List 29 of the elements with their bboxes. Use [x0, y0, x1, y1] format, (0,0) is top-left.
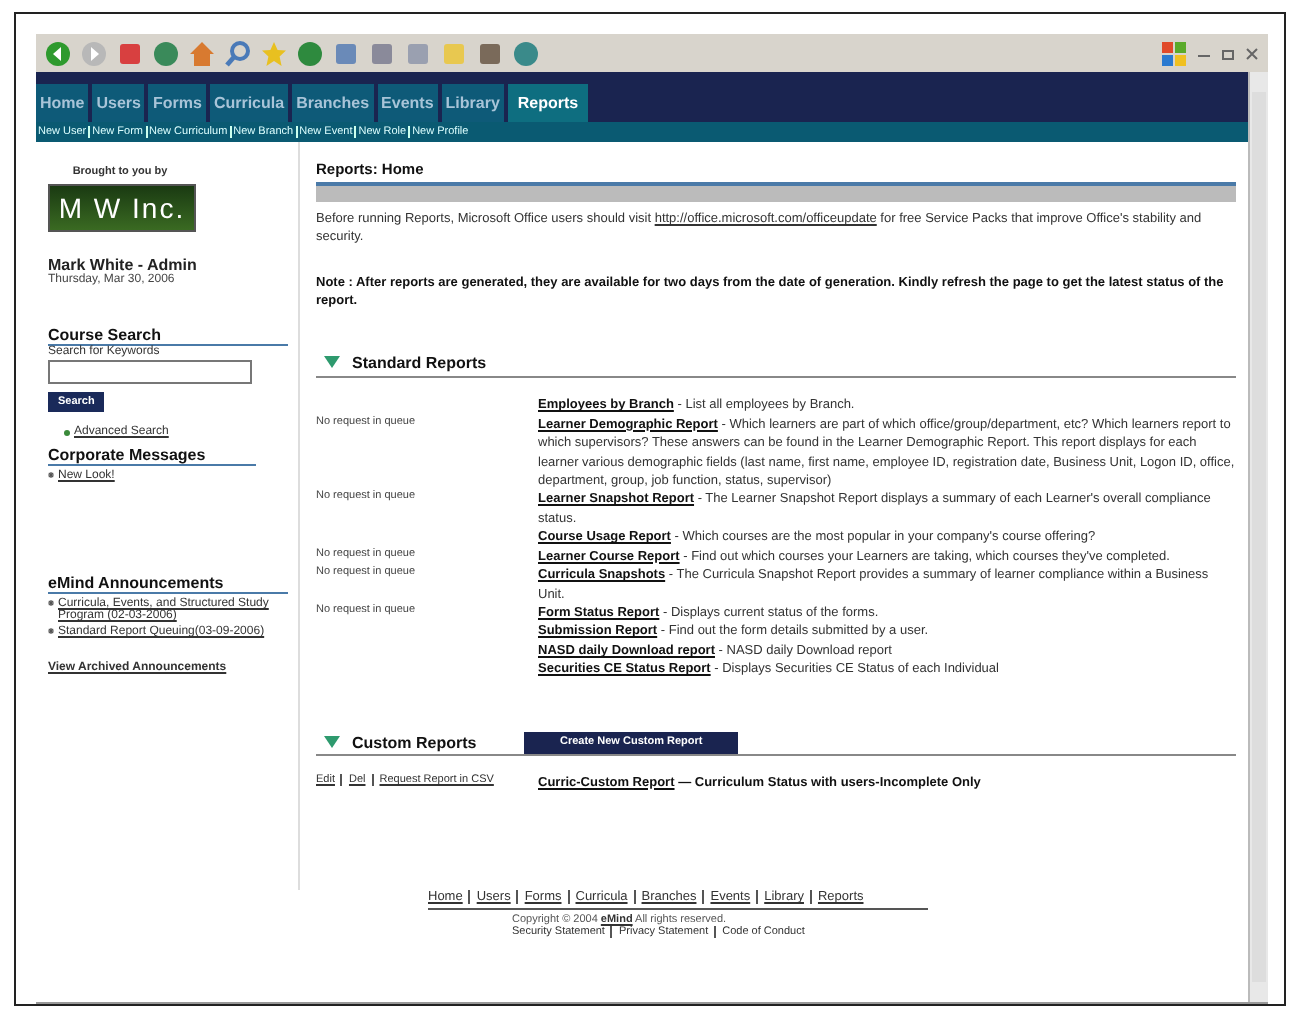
- windows-flag-icon: [1160, 39, 1188, 67]
- section-heading: eMind Announcements: [48, 574, 288, 594]
- nav-tab[interactable]: Forms: [148, 84, 206, 122]
- restore-icon[interactable]: [1220, 45, 1236, 61]
- nav-tab[interactable]: Events: [377, 84, 438, 122]
- nav-tab[interactable]: Library: [441, 84, 504, 122]
- user-name: Mark White - Admin: [48, 256, 199, 274]
- close-icon[interactable]: [1244, 45, 1260, 61]
- house-icon[interactable]: [188, 39, 216, 67]
- section-title: Standard Reports: [352, 354, 487, 373]
- nav-tab[interactable]: Home: [36, 84, 89, 122]
- search-icon[interactable]: [224, 39, 252, 67]
- asterisk-icon: [48, 472, 54, 478]
- bullet-icon: [64, 430, 70, 436]
- section-title: Custom Reports: [352, 733, 479, 752]
- nav-tab[interactable]: Curricula: [209, 84, 289, 122]
- nav-tab[interactable]: Reports: [507, 84, 589, 122]
- keyword-field[interactable]: [48, 360, 252, 384]
- asterisk-icon: [48, 600, 54, 606]
- nav-tab[interactable]: Branches: [292, 84, 374, 122]
- asterisk-icon: [48, 628, 54, 634]
- scrollbar[interactable]: [1248, 72, 1268, 1002]
- section-heading: Course Search: [48, 326, 288, 346]
- collapse-triangle-icon[interactable]: [324, 735, 340, 750]
- nav-tab[interactable]: Users: [92, 84, 145, 122]
- company-logo: M W Inc.: [48, 184, 196, 232]
- collapse-triangle-icon[interactable]: [324, 356, 340, 371]
- star-icon[interactable]: [260, 39, 288, 67]
- section-heading: Corporate Messages: [48, 446, 256, 466]
